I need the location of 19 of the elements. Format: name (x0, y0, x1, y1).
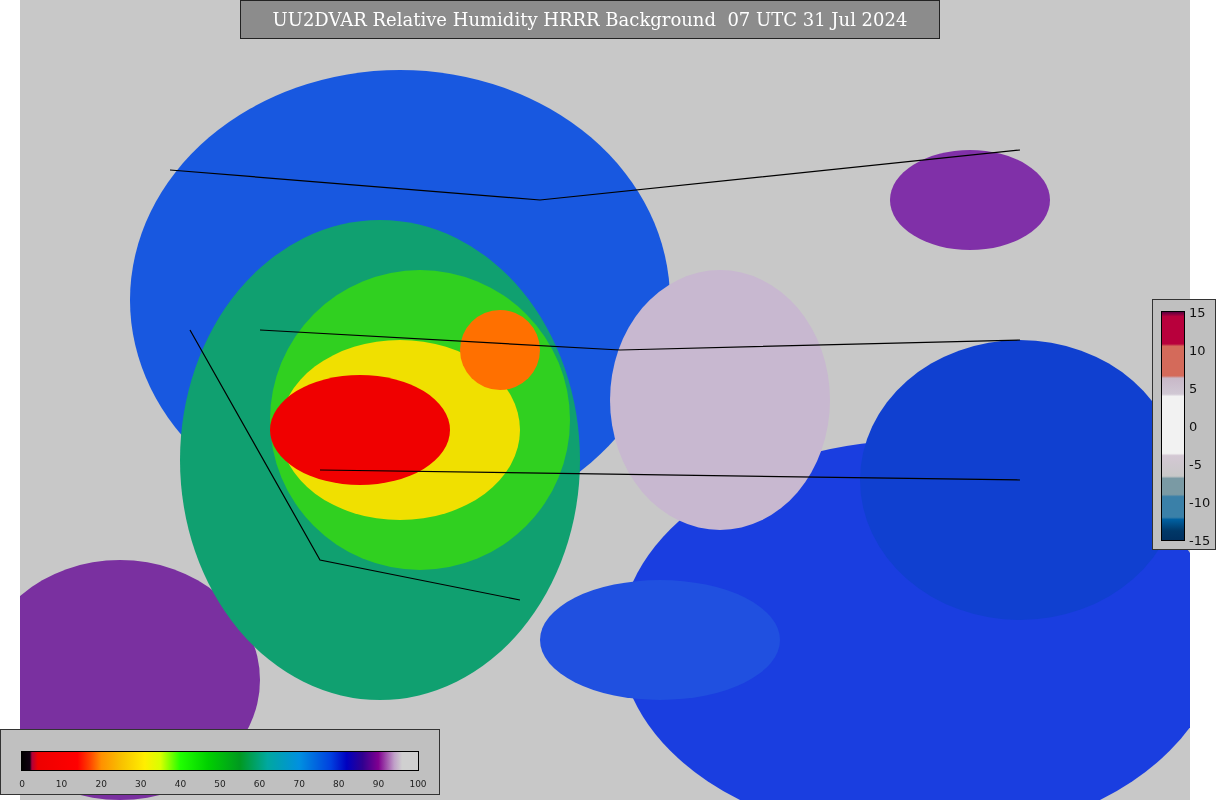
scale-label: 0 (19, 779, 25, 789)
scale-label: 20 (95, 779, 107, 789)
scale-label: -5 (1189, 456, 1202, 472)
scale-label: 10 (55, 779, 68, 789)
scale-label: 15 (1189, 304, 1206, 320)
scale-label: 70 (293, 779, 305, 789)
map-title: UU2DVAR Relative Humidity HRRR Background 07 UTC 31 Jul 2024 (240, 0, 940, 39)
scale-label: -15 (1189, 532, 1211, 548)
scale-label: 100 (409, 779, 427, 789)
scale-label: 30 (135, 779, 147, 789)
scale-label: 10 (1189, 342, 1206, 358)
scale-label: 40 (174, 779, 187, 789)
scale-label: 0 (1189, 418, 1198, 434)
scale-label: 90 (372, 779, 385, 789)
scale-label: 80 (333, 779, 345, 789)
scale-label: 5 (1189, 380, 1198, 396)
scale-label: 50 (214, 779, 226, 789)
scale-label: -10 (1189, 494, 1211, 510)
scale-label: 60 (253, 779, 266, 789)
